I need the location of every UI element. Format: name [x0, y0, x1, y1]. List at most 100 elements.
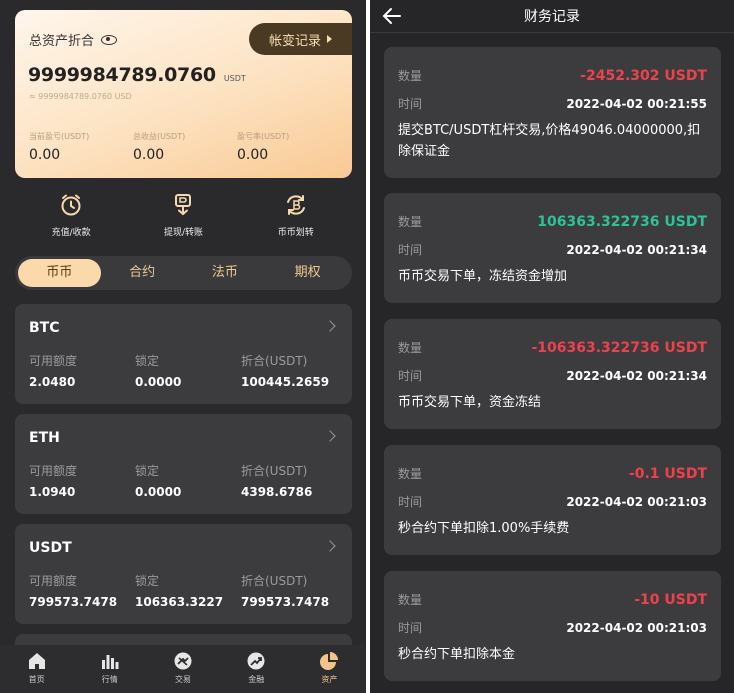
stat-value: 0.00	[29, 147, 61, 163]
coin-label: 可用额度	[29, 464, 78, 478]
coin-available: 可用额度 799573.7478	[29, 572, 135, 609]
qty-label: 数量	[398, 467, 423, 481]
tab-fiat[interactable]: 法币	[184, 259, 267, 287]
stat-pnl-rate: 盈亏率(USDT) 0.00	[237, 131, 341, 163]
record-card: 数量 -0.1 USDT 时间 2022-04-02 00:21:03 秒合约下…	[384, 445, 721, 555]
record-time: 2022-04-02 00:21:34	[566, 242, 707, 257]
record-amount-row: 数量 -0.1 USDT	[398, 465, 707, 482]
asset-title-row: 总资产折合	[29, 30, 118, 49]
coin-value: 1.0940	[29, 485, 76, 499]
coin-value: 799573.7478	[29, 595, 118, 609]
qty-label: 数量	[398, 69, 423, 83]
trend-up-icon	[247, 652, 265, 670]
asset-tabs: 币币 合约 法币 期权	[15, 256, 352, 290]
coin-converted: 折合(USDT) 100445.2659	[241, 352, 347, 389]
coin-value: 2.0480	[29, 375, 76, 389]
coin-card-usdt[interactable]: USDT 可用额度 799573.7478 锁定 106363.3227 折合(…	[15, 524, 352, 624]
deposit-label: 充值/收款	[51, 228, 91, 238]
asset-amount-row: 9999984789.0760 USDT	[28, 64, 246, 86]
record-amount-row: 数量 106363.322736 USDT	[398, 213, 707, 230]
transfer-bitcoin-icon	[286, 195, 305, 215]
coin-name: BTC	[29, 320, 60, 336]
nav-label: 资产	[321, 675, 338, 684]
nav-assets[interactable]: 资产	[293, 645, 366, 693]
asset-title: 总资产折合	[29, 34, 95, 49]
chevron-right-icon	[324, 430, 336, 442]
coin-locked: 锁定 106363.3227	[135, 572, 241, 609]
tab-spot[interactable]: 币币	[18, 259, 101, 287]
coin-available: 可用额度 1.0940	[29, 462, 135, 499]
record-card: 数量 -2452.302 USDT 时间 2022-04-02 00:21:55…	[384, 47, 721, 178]
coin-label: 可用额度	[29, 354, 78, 368]
total-asset-card: 总资产折合 帐变记录 9999984789.0760 USDT ≈ 999998…	[15, 10, 352, 178]
pie-chart-icon	[320, 652, 339, 670]
record-description: 币币交易下单，资金冻结	[398, 395, 542, 410]
page-title: 财务记录	[524, 9, 580, 25]
record-time-row: 时间 2022-04-02 00:21:03	[398, 619, 707, 636]
coin-value: 100445.2659	[241, 375, 330, 389]
coin-columns: 可用额度 799573.7478 锁定 106363.3227 折合(USDT)…	[29, 572, 347, 609]
coin-converted: 折合(USDT) 799573.7478	[241, 572, 347, 609]
bottom-nav: 首页 行情 交易 金融 资产	[0, 645, 366, 693]
header-divider	[370, 32, 734, 33]
record-description: 币币交易下单，冻结资金增加	[398, 269, 568, 284]
record-time-row: 时间 2022-04-02 00:21:34	[398, 367, 707, 384]
tab-options[interactable]: 期权	[266, 259, 349, 287]
coin-columns: 可用额度 2.0480 锁定 0.0000 折合(USDT) 100445.26…	[29, 352, 347, 389]
account-record-button[interactable]: 帐变记录	[249, 23, 352, 55]
record-description: 提交BTC/USDT杠杆交易,价格49046.04000000,扣除保证金	[398, 123, 701, 159]
coin-value: 4398.6786	[241, 485, 313, 499]
stat-label: 总收益(USDT)	[133, 132, 186, 141]
record-amount-row: 数量 -2452.302 USDT	[398, 67, 707, 84]
deposit-button[interactable]: 充值/收款	[21, 192, 121, 238]
coin-card-eth[interactable]: ETH 可用额度 1.0940 锁定 0.0000 折合(USDT) 4398.…	[15, 414, 352, 514]
coin-value: 0.0000	[135, 375, 182, 389]
coin-label: 折合(USDT)	[241, 464, 308, 478]
record-amount: 106363.322736 USDT	[537, 213, 707, 230]
coin-name: ETH	[29, 430, 60, 446]
coin-card-btc[interactable]: BTC 可用额度 2.0480 锁定 0.0000 折合(USDT) 10044…	[15, 304, 352, 404]
nav-home[interactable]: 首页	[0, 645, 73, 693]
coin-label: 可用额度	[29, 574, 78, 588]
nav-label: 交易	[175, 675, 191, 684]
record-time-row: 时间 2022-04-02 00:21:55	[398, 95, 707, 112]
time-label: 时间	[398, 621, 423, 635]
qty-label: 数量	[398, 215, 423, 229]
chevron-right-icon	[324, 320, 336, 332]
record-card: 数量 -10 USDT 时间 2022-04-02 00:21:03 秒合约下单…	[384, 571, 721, 681]
coin-locked: 锁定 0.0000	[135, 462, 241, 499]
asset-stats: 当前盈亏(USDT) 0.00 总收益(USDT) 0.00 盈亏率(USDT)…	[29, 131, 341, 163]
asset-approx: ≈ 9999984789.0760 USD	[29, 92, 132, 101]
nav-label: 金融	[248, 675, 265, 684]
record-amount: -10 USDT	[634, 591, 707, 608]
record-amount: -106363.322736 USDT	[531, 339, 707, 356]
transfer-label: 币币划转	[277, 228, 314, 238]
coin-label: 折合(USDT)	[241, 574, 308, 588]
asset-amount: 9999984789.0760	[28, 64, 216, 86]
time-label: 时间	[398, 495, 423, 509]
eye-icon[interactable]	[101, 34, 118, 45]
bar-chart-icon	[101, 655, 119, 669]
header: 财务记录	[370, 0, 734, 32]
stat-value: 0.00	[237, 147, 269, 163]
coin-label: 锁定	[135, 574, 160, 588]
nav-trade[interactable]: 交易	[146, 645, 219, 693]
withdraw-button[interactable]: 提现/转账	[133, 192, 233, 238]
nav-finance[interactable]: 金融	[220, 645, 293, 693]
stat-value: 0.00	[133, 147, 165, 163]
nav-market[interactable]: 行情	[73, 645, 146, 693]
stat-current-pnl: 当前盈亏(USDT) 0.00	[29, 131, 133, 163]
transfer-button[interactable]: 币币划转	[246, 192, 346, 238]
time-label: 时间	[398, 243, 423, 257]
coin-label: 折合(USDT)	[241, 354, 308, 368]
coin-locked: 锁定 0.0000	[135, 352, 241, 389]
coin-name: USDT	[29, 540, 72, 556]
withdraw-label: 提现/转账	[163, 228, 203, 238]
record-card: 数量 -106363.322736 USDT 时间 2022-04-02 00:…	[384, 319, 721, 429]
record-amount-row: 数量 -10 USDT	[398, 591, 707, 608]
assets-screen: 总资产折合 帐变记录 9999984789.0760 USDT ≈ 999998…	[0, 0, 366, 693]
home-icon	[28, 653, 45, 669]
tab-contract[interactable]: 合约	[101, 259, 184, 287]
coin-label: 锁定	[135, 464, 160, 478]
coin-converted: 折合(USDT) 4398.6786	[241, 462, 347, 499]
